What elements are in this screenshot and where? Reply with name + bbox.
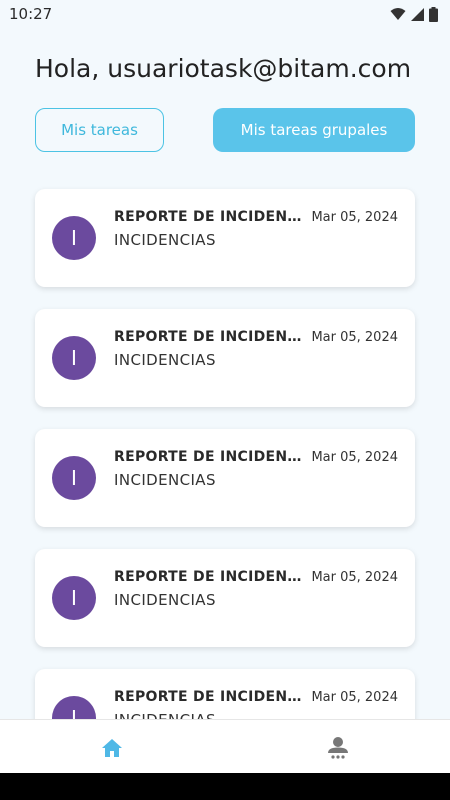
task-card[interactable]: I REPORTE DE INCIDENCIAS Mar 05, 2024 IN…: [35, 309, 415, 407]
task-date: Mar 05, 2024: [311, 570, 398, 585]
task-date: Mar 05, 2024: [311, 330, 398, 345]
task-list[interactable]: I REPORTE DE INCIDENCIAS Mar 05, 2024 IN…: [0, 175, 450, 719]
task-card[interactable]: I REPORTE DE INCIDENCIAS Mar 05, 2024 IN…: [35, 549, 415, 647]
profile-icon: [328, 737, 348, 759]
task-title: REPORTE DE INCIDENCIAS: [114, 569, 306, 585]
task-title: REPORTE DE INCIDENCIAS: [114, 449, 306, 465]
task-date: Mar 05, 2024: [311, 210, 398, 225]
status-time: 10:27: [9, 5, 53, 23]
status-bar: 10:27: [0, 0, 450, 28]
status-icons: [390, 6, 438, 22]
tab-group-tasks[interactable]: Mis tareas grupales: [213, 108, 415, 152]
task-title: REPORTE DE INCIDENCIAS: [114, 329, 306, 345]
task-card[interactable]: I REPORTE DE INCIDENCIAS Mar 05, 2024 IN…: [35, 429, 415, 527]
task-avatar: I: [52, 336, 96, 380]
task-card[interactable]: I REPORTE DE INCIDENCIAS Mar 05, 2024 IN…: [35, 189, 415, 287]
task-title: REPORTE DE INCIDENCIAS: [114, 209, 306, 225]
task-date: Mar 05, 2024: [311, 450, 398, 465]
task-avatar: I: [52, 696, 96, 719]
bottom-nav: [0, 719, 450, 773]
task-category: INCIDENCIAS: [114, 351, 216, 369]
home-icon: [102, 739, 122, 757]
task-category: INCIDENCIAS: [114, 711, 216, 719]
task-title: REPORTE DE INCIDENCIAS: [114, 689, 306, 705]
signal-icon: [411, 7, 424, 21]
task-card[interactable]: I REPORTE DE INCIDENCIAS Mar 05, 2024 IN…: [35, 669, 415, 719]
nav-home[interactable]: [98, 734, 126, 762]
task-category: INCIDENCIAS: [114, 471, 216, 489]
task-category: INCIDENCIAS: [114, 231, 216, 249]
battery-icon: [429, 6, 438, 22]
greeting-title: Hola, usuariotask@bitam.com: [35, 54, 412, 83]
task-avatar: I: [52, 456, 96, 500]
task-avatar: I: [52, 576, 96, 620]
nav-profile[interactable]: [324, 734, 352, 762]
task-category: INCIDENCIAS: [114, 591, 216, 609]
tab-my-tasks[interactable]: Mis tareas: [35, 108, 164, 152]
system-nav-bar: [0, 773, 450, 800]
task-date: Mar 05, 2024: [311, 690, 398, 705]
task-avatar: I: [52, 216, 96, 260]
wifi-icon: [390, 8, 406, 20]
